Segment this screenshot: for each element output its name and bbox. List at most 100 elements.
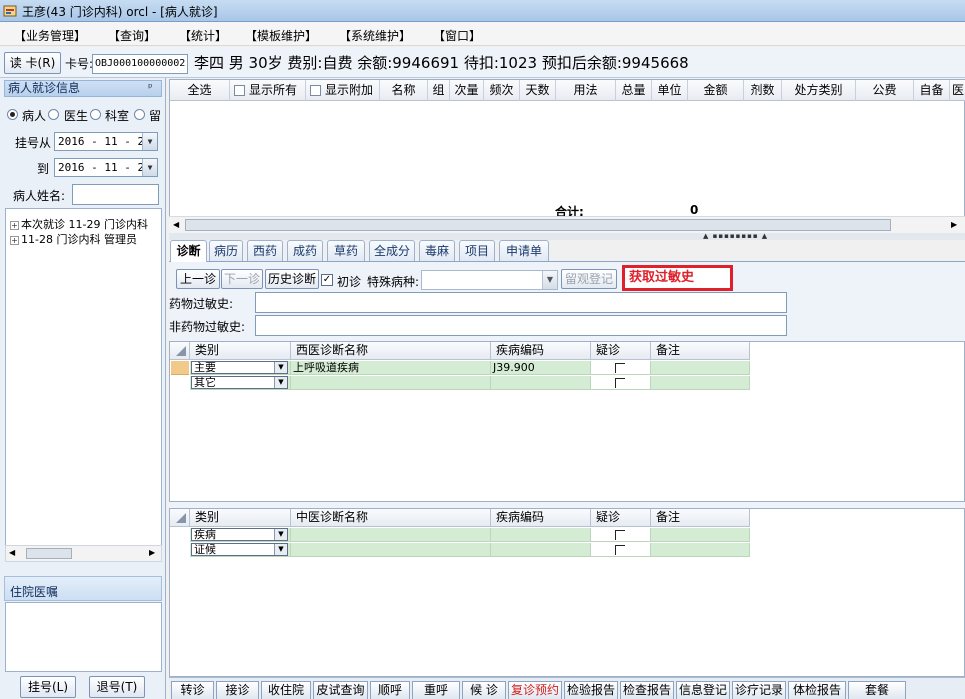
select-all-corner[interactable] — [170, 509, 190, 527]
nondrug-allergy-input[interactable] — [255, 315, 787, 336]
show-all-checkbox[interactable]: 显示所有 — [230, 80, 306, 101]
info-register-button[interactable]: 信息登记 — [676, 681, 730, 699]
col-suspected[interactable]: 疑诊 — [591, 509, 651, 527]
splitter-grip-icon[interactable]: ▲ ▪▪▪▪▪▪▪▪ ▲ — [703, 232, 768, 240]
note-cell[interactable] — [651, 543, 750, 557]
col-type[interactable]: 类别 — [190, 509, 291, 527]
disease-code-cell[interactable]: J39.900 — [491, 361, 591, 375]
tab-narcotic[interactable]: 毒麻 — [419, 240, 455, 261]
scroll-thumb[interactable] — [26, 548, 72, 559]
col-note[interactable]: 备注 — [651, 342, 750, 360]
type-select[interactable]: 主要 ▼ — [191, 361, 288, 374]
suspected-checkbox[interactable] — [615, 363, 625, 373]
menu-template[interactable]: 【模板维护】 — [245, 27, 317, 44]
note-cell[interactable] — [651, 528, 750, 542]
scroll-left-icon[interactable]: ◀ — [173, 220, 179, 229]
col-medical[interactable]: 医 — [950, 80, 965, 101]
col-group[interactable]: 组 — [428, 80, 450, 101]
table-row[interactable]: 证候 ▼ — [190, 543, 291, 557]
receive-button[interactable]: 接诊 — [216, 681, 259, 699]
scroll-left-icon[interactable]: ◀ — [9, 548, 15, 557]
chevron-down-icon[interactable]: ▼ — [274, 377, 287, 388]
col-public[interactable]: 公费 — [856, 80, 914, 101]
row-indicator[interactable] — [171, 361, 189, 375]
select-all-header[interactable]: 全选 — [170, 80, 230, 101]
tab-herbal[interactable]: 草药 — [327, 240, 365, 261]
splitter-handle[interactable]: ▲ ▪▪▪▪▪▪▪▪ ▲ — [169, 232, 965, 240]
tree-scrollbar[interactable]: ◀ ▶ — [5, 545, 162, 562]
follow-up-appointment-button[interactable]: 复诊预约 — [508, 681, 562, 699]
skin-test-query-button[interactable]: 皮试查询 — [313, 681, 368, 699]
col-suspected[interactable]: 疑诊 — [591, 342, 651, 360]
chevron-down-icon[interactable]: ▼ — [274, 529, 287, 540]
col-type[interactable]: 类别 — [190, 342, 291, 360]
referral-button[interactable]: 转诊 — [171, 681, 214, 699]
pin-icon[interactable]: ᵖ — [148, 81, 153, 94]
get-allergy-history-button[interactable]: 获取过敏史 — [622, 265, 733, 291]
col-western-name[interactable]: 西医诊断名称 — [291, 342, 491, 360]
disease-code-cell[interactable] — [491, 528, 591, 542]
col-usage[interactable]: 用法 — [556, 80, 616, 101]
col-self[interactable]: 自备 — [914, 80, 950, 101]
col-unit[interactable]: 单位 — [652, 80, 688, 101]
menu-system[interactable]: 【系统维护】 — [339, 27, 411, 44]
col-disease-code[interactable]: 疾病编码 — [491, 342, 591, 360]
radio-stay[interactable] — [134, 109, 145, 120]
expand-icon[interactable]: + — [10, 235, 19, 245]
checkbox[interactable] — [310, 85, 321, 96]
grid-scrollbar[interactable]: ◀ ▶ — [169, 216, 965, 233]
diagnosis-name-cell[interactable] — [291, 376, 491, 390]
package-button[interactable]: 套餐 — [848, 681, 906, 699]
scroll-right-icon[interactable]: ▶ — [149, 548, 155, 557]
select-all-corner[interactable] — [170, 342, 190, 360]
date-to-picker[interactable]: 2016 - 11 - 29 ▼ — [54, 158, 158, 177]
type-select[interactable]: 其它 ▼ — [191, 376, 288, 389]
checkbox[interactable] — [234, 85, 245, 96]
chevron-down-icon[interactable]: ▼ — [542, 271, 557, 289]
table-row[interactable]: 主要 ▼ — [190, 361, 291, 375]
suspected-cell[interactable] — [591, 361, 651, 375]
radio-dept[interactable] — [90, 109, 101, 120]
col-name[interactable]: 名称 — [380, 80, 428, 101]
tree-item[interactable]: + 本次就诊 11-29 门诊内科 — [10, 216, 148, 232]
col-dose[interactable]: 次量 — [450, 80, 484, 101]
type-select[interactable]: 证候 ▼ — [191, 543, 288, 556]
col-freq[interactable]: 频次 — [484, 80, 520, 101]
patient-name-input[interactable] — [72, 184, 159, 205]
disease-code-cell[interactable] — [491, 543, 591, 557]
disease-code-cell[interactable] — [491, 376, 591, 390]
exam-report-button[interactable]: 检查报告 — [620, 681, 674, 699]
suspected-checkbox[interactable] — [615, 530, 625, 540]
col-note[interactable]: 备注 — [651, 509, 750, 527]
scroll-thumb[interactable] — [185, 219, 891, 231]
show-extra-checkbox[interactable]: 显示附加 — [306, 80, 380, 101]
col-doses[interactable]: 剂数 — [744, 80, 782, 101]
treatment-record-button[interactable]: 诊疗记录 — [732, 681, 786, 699]
tab-full-ingredient[interactable]: 全成分 — [369, 240, 415, 261]
col-total[interactable]: 总量 — [616, 80, 652, 101]
next-call-button[interactable]: 顺呼 — [370, 681, 410, 699]
register-button[interactable]: 挂号(L) — [20, 676, 76, 698]
prev-visit-button[interactable]: 上一诊 — [176, 269, 220, 289]
menu-statistics[interactable]: 【统计】 — [179, 27, 227, 44]
col-chinese-name[interactable]: 中医诊断名称 — [291, 509, 491, 527]
note-cell[interactable] — [651, 361, 750, 375]
note-cell[interactable] — [651, 376, 750, 390]
chevron-down-icon[interactable]: ▼ — [142, 159, 157, 176]
tab-record[interactable]: 病历 — [209, 240, 243, 261]
menu-window[interactable]: 【窗口】 — [433, 27, 481, 44]
cancel-register-button[interactable]: 退号(T) — [89, 676, 145, 698]
diagnosis-name-cell[interactable] — [291, 543, 491, 557]
waiting-button[interactable]: 候 诊 — [462, 681, 506, 699]
chevron-down-icon[interactable]: ▼ — [274, 362, 287, 373]
scroll-right-icon[interactable]: ▶ — [951, 220, 957, 229]
suspected-checkbox[interactable] — [615, 545, 625, 555]
observation-register-button[interactable]: 留观登记 — [561, 269, 617, 289]
table-row[interactable]: 疾病 ▼ — [190, 528, 291, 542]
radio-doctor[interactable] — [48, 109, 59, 120]
physical-exam-report-button[interactable]: 体检报告 — [788, 681, 846, 699]
tab-diagnosis[interactable]: 诊断 — [170, 240, 207, 262]
chevron-down-icon[interactable]: ▼ — [274, 544, 287, 555]
tab-request[interactable]: 申请单 — [499, 240, 549, 261]
expand-icon[interactable]: + — [10, 220, 19, 230]
